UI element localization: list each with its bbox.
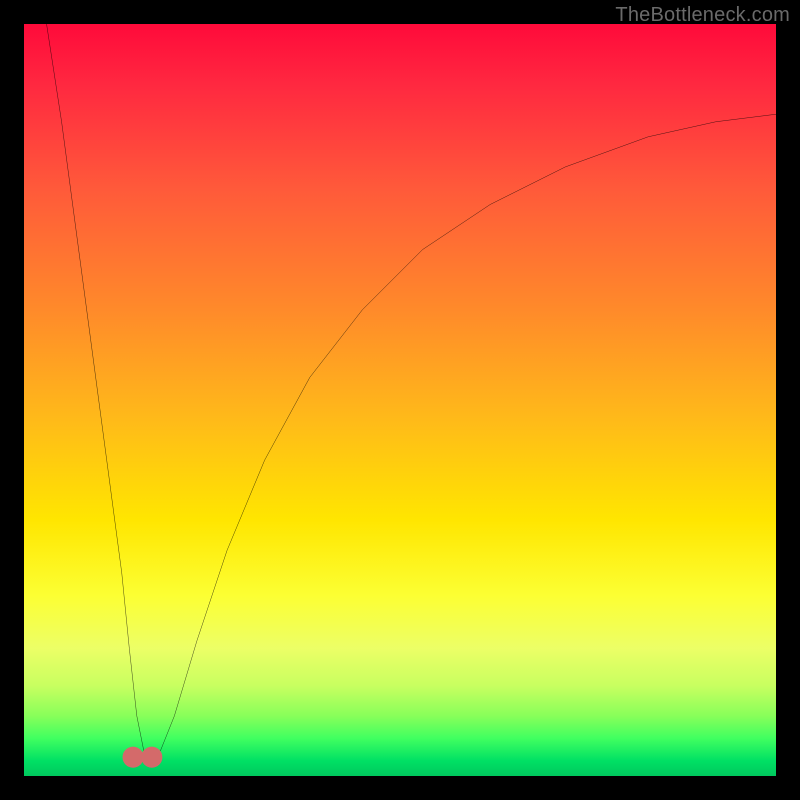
curve-layer [24, 24, 776, 776]
trough-markers [123, 747, 163, 768]
bottleneck-curve [47, 24, 776, 761]
marker-trough-right [141, 747, 162, 768]
plot-area [24, 24, 776, 776]
chart-frame: TheBottleneck.com [0, 0, 800, 800]
watermark-text: TheBottleneck.com [615, 4, 790, 27]
marker-trough-left [123, 747, 144, 768]
